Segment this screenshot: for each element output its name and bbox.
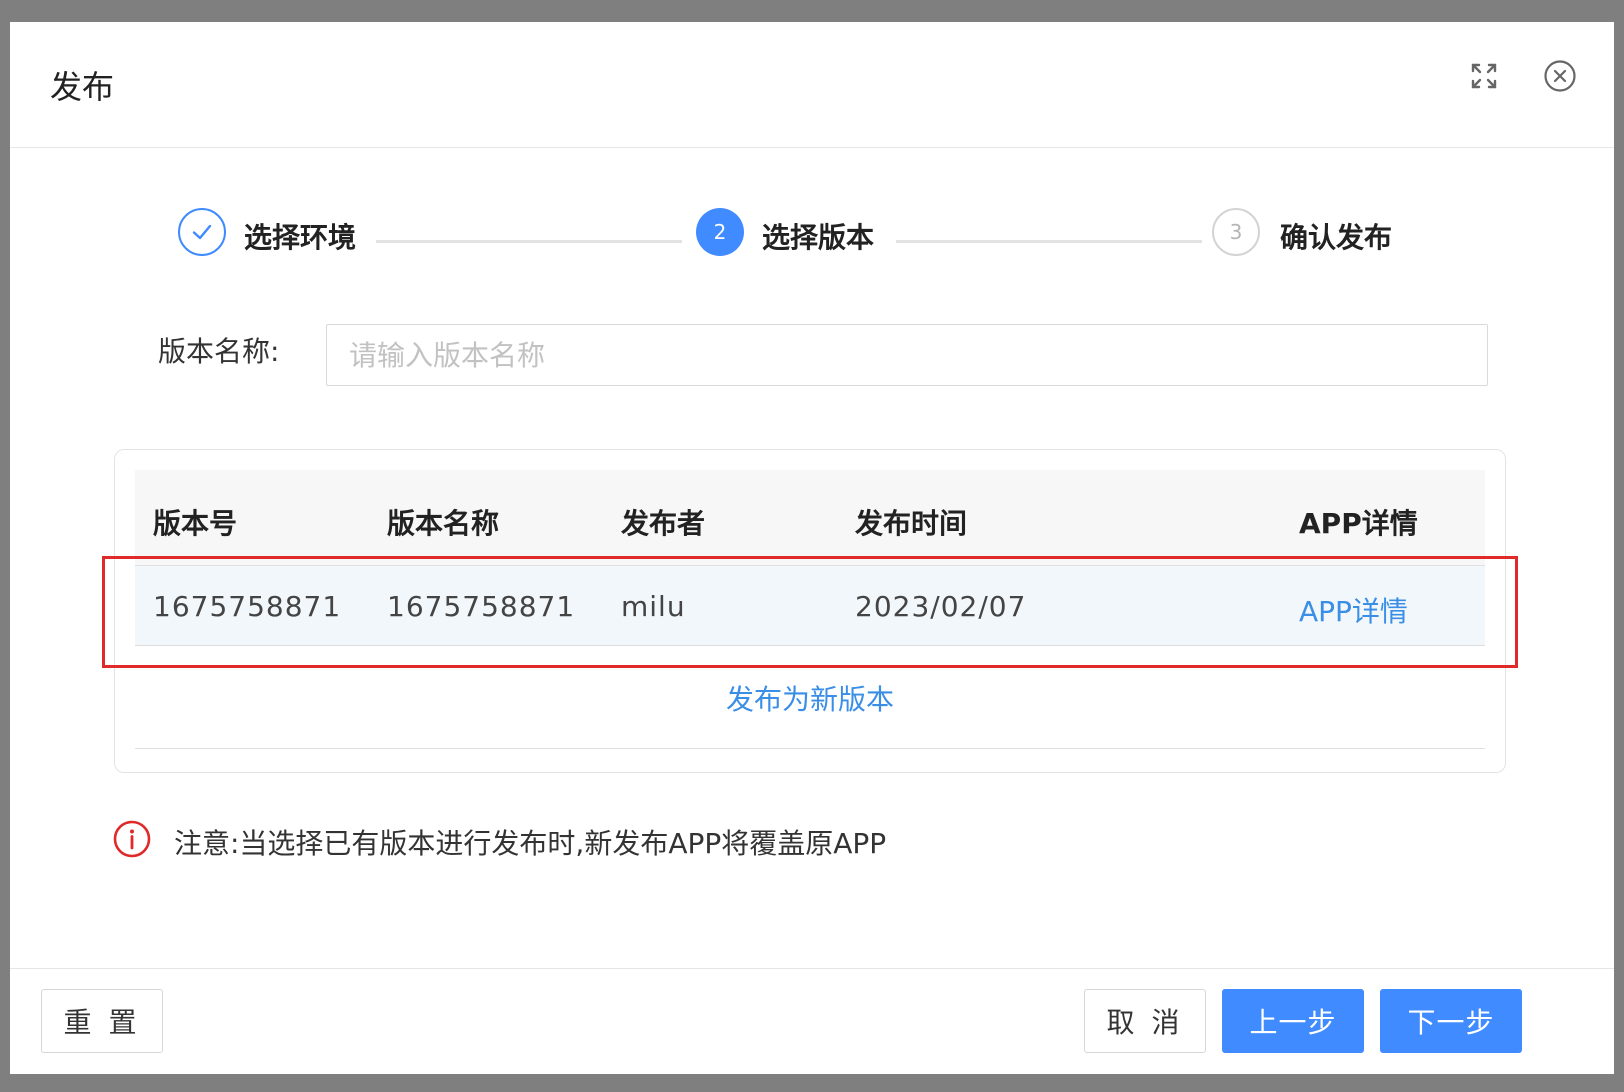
previous-step-button[interactable]: 上一步 (1222, 989, 1364, 1053)
cancel-button[interactable]: 取 消 (1084, 989, 1206, 1053)
publish-dialog: 发布 选择环境 2 选择版本 3 确认发布 版本名称: 请输入版本名称 版本号 … (10, 22, 1614, 1074)
step-3-label: 确认发布 (1280, 221, 1393, 254)
table-bottom-divider (135, 748, 1485, 749)
column-header-publish-time: 发布时间 (855, 507, 968, 540)
step-1-label: 选择环境 (244, 221, 357, 254)
notice-text: 注意:当选择已有版本进行发布时,新发布APP将覆盖原APP (174, 827, 887, 860)
step-connector-1 (376, 240, 682, 243)
next-step-button[interactable]: 下一步 (1380, 989, 1522, 1053)
step-connector-2 (896, 240, 1202, 243)
step-2-label: 选择版本 (762, 221, 875, 254)
column-header-app-details: APP详情 (1299, 507, 1418, 540)
reset-button[interactable]: 重 置 (41, 989, 163, 1053)
dialog-header: 发布 (10, 22, 1614, 148)
version-name-input[interactable] (326, 324, 1488, 386)
column-header-publisher: 发布者 (621, 507, 706, 540)
dialog-footer: 重 置 取 消 上一步 下一步 (10, 968, 1614, 1074)
version-name-label: 版本名称: (158, 335, 280, 368)
selected-row-highlight (102, 556, 1518, 668)
dialog-title: 发布 (50, 68, 115, 106)
step-3-number-icon: 3 (1212, 208, 1260, 256)
step-2-number-icon: 2 (696, 208, 744, 256)
table-header: 版本号 版本名称 发布者 发布时间 APP详情 (135, 470, 1485, 566)
info-icon (113, 820, 151, 862)
publish-new-version-link[interactable]: 发布为新版本 (115, 678, 1505, 718)
close-icon[interactable] (1540, 56, 1580, 96)
column-header-version-name: 版本名称 (387, 507, 500, 540)
expand-icon[interactable] (1464, 56, 1504, 96)
column-header-version-number: 版本号 (153, 507, 238, 540)
step-1-check-icon (178, 208, 226, 256)
